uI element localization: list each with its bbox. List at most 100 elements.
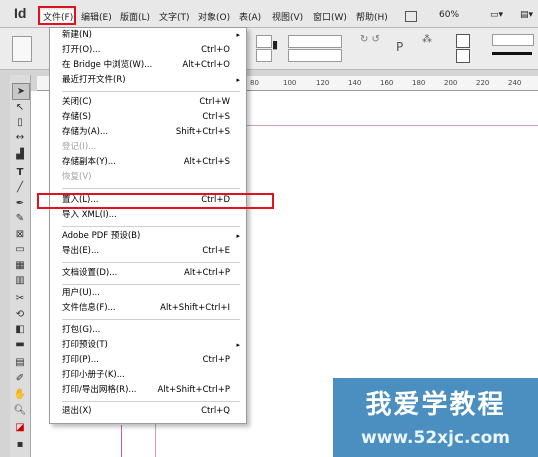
menu-item-label: 文档设置(D)... [62, 268, 118, 278]
menu-item-label: 存储为(A)... [62, 127, 109, 137]
rotate-icons[interactable]: ↻ ↺ [360, 34, 380, 45]
menu-item-shortcut: Alt+Ctrl+P [183, 268, 230, 278]
direct-selection-tool-icon[interactable]: ↖ [12, 100, 28, 115]
menu-layout[interactable]: 版面(L) [120, 10, 150, 23]
menu-table[interactable]: 表(A) [239, 10, 261, 23]
menu-item-label: 导出(E)... [62, 246, 100, 256]
gradient-feather-tool-icon[interactable]: ▬ [12, 337, 28, 352]
stroke-swatch-icon[interactable] [456, 49, 470, 63]
submenu-arrow-icon: ▸ [236, 76, 240, 84]
horizontal-grid-tool-icon[interactable]: ▦ [12, 258, 28, 273]
watermark-badge: 我爱学教程 www.52xjc.com [333, 378, 538, 457]
menu-type[interactable]: 文字(T) [159, 10, 190, 23]
page-tool-icon[interactable]: ▯ [12, 115, 28, 130]
hand-tool-icon[interactable]: ✋ [12, 387, 28, 402]
ruler-tick: 100 [283, 79, 297, 87]
fill-swatch-icon[interactable] [456, 34, 470, 48]
apply-color-icon[interactable]: ▪ [12, 437, 28, 452]
ruler-tick: 180 [412, 79, 426, 87]
file-menu-item[interactable]: 新建(N) ▸ [62, 29, 242, 42]
constrain-icon[interactable]: ▮ [272, 38, 278, 51]
vertical-grid-tool-icon[interactable]: ▥ [12, 273, 28, 288]
file-menu-item[interactable]: 导出(E)... Ctrl+E [62, 245, 242, 258]
file-menu-item[interactable]: 打开(O)... Ctrl+O [62, 44, 242, 57]
menu-separator [62, 188, 240, 189]
content-collector-icon[interactable]: ▟ [12, 147, 28, 162]
select-container-icon[interactable]: ⁂ [422, 34, 432, 45]
type-tool-icon[interactable]: T [12, 165, 28, 180]
rectangle-tool-icon[interactable]: ▭ [12, 242, 28, 257]
file-menu-item[interactable]: 关闭(C) Ctrl+W [62, 96, 242, 109]
menu-item-label: 打印/导出网格(R)... [62, 385, 137, 395]
menu-separator [62, 262, 240, 263]
ruler-tick: 220 [476, 79, 490, 87]
menu-view[interactable]: 视图(V) [272, 10, 303, 23]
fill-stroke-icon[interactable]: ◪ [12, 420, 28, 435]
file-menu-item[interactable]: 打印/导出网格(R)... Alt+Shift+Ctrl+P [62, 384, 242, 397]
shear-field[interactable] [288, 49, 342, 62]
menu-item-shortcut: Ctrl+O [201, 45, 230, 55]
file-menu-item[interactable]: 存储为(A)... Shift+Ctrl+S [62, 126, 242, 139]
menu-separator [62, 226, 240, 227]
menu-item-shortcut: Ctrl+S [202, 112, 230, 122]
menu-item-label: 登记(I)... [62, 142, 97, 152]
zoom-tool-icon[interactable]: 🔍︎ [12, 403, 28, 418]
file-menu-item[interactable]: 打印预设(T) ▸ [62, 339, 242, 352]
line-tool-icon[interactable]: ╱ [12, 180, 28, 195]
reference-point-icon[interactable] [12, 36, 32, 62]
selection-tool-icon[interactable]: ➤ [12, 83, 30, 100]
note-tool-icon[interactable]: ▤ [12, 355, 28, 370]
menu-item-label: 打印预设(T) [62, 340, 108, 350]
file-menu-item[interactable]: 导入 XML(I)... [62, 209, 242, 222]
place-item-highlight [37, 193, 274, 209]
screen-mode-icon[interactable]: ▭▾ [490, 10, 503, 20]
menu-item-shortcut: Alt+Ctrl+S [183, 157, 230, 167]
file-menu-item: 恢复(V) [62, 171, 242, 184]
file-menu-item[interactable]: 存储(S) Ctrl+S [62, 111, 242, 124]
free-transform-tool-icon[interactable]: ⟲ [12, 307, 28, 322]
rotate-field[interactable] [288, 35, 342, 48]
rectangle-frame-tool-icon[interactable]: ⊠ [12, 227, 28, 242]
menu-item-label: 用户(U)... [62, 288, 100, 298]
scissors-tool-icon[interactable]: ✂ [12, 291, 28, 306]
gradient-tool-icon[interactable]: ◧ [12, 322, 28, 337]
gap-tool-icon[interactable]: ↔ [12, 130, 28, 145]
bridge-icon[interactable] [405, 11, 417, 22]
file-menu-item[interactable]: 用户(U)... [62, 287, 242, 300]
field-box-2[interactable] [256, 49, 272, 62]
menu-window[interactable]: 窗口(W) [313, 10, 347, 23]
menu-help[interactable]: 帮助(H) [356, 10, 388, 23]
file-menu-item[interactable]: 文档设置(D)... Alt+Ctrl+P [62, 267, 242, 280]
menu-item-shortcut: Alt+Ctrl+O [182, 60, 230, 70]
menu-item-label: 最近打开文件(R) [62, 75, 126, 85]
stroke-type-icon[interactable] [492, 52, 532, 55]
file-menu-item[interactable]: 在 Bridge 中浏览(W)... Alt+Ctrl+O [62, 59, 242, 72]
flip-icon[interactable]: P [396, 40, 403, 54]
menu-item-label: 新建(N) [62, 30, 92, 40]
pen-tool-icon[interactable]: ✒ [12, 196, 28, 211]
file-menu-item: 登记(I)... [62, 141, 242, 154]
menu-item-shortcut: Ctrl+W [199, 97, 230, 107]
file-menu-item[interactable]: 存储副本(Y)... Alt+Ctrl+S [62, 156, 242, 169]
menu-edit[interactable]: 编辑(E) [81, 10, 112, 23]
file-menu-item[interactable]: 最近打开文件(R) ▸ [62, 74, 242, 87]
file-menu-item[interactable]: 文件信息(F)... Alt+Shift+Ctrl+I [62, 302, 242, 315]
pencil-tool-icon[interactable]: ✎ [12, 211, 28, 226]
submenu-arrow-icon: ▸ [236, 341, 240, 349]
file-menu-highlight [38, 6, 76, 25]
watermark-url: www.52xjc.com [361, 428, 510, 448]
menu-object[interactable]: 对象(O) [198, 10, 230, 23]
file-menu-item[interactable]: 打包(G)... [62, 324, 242, 337]
field-box[interactable] [256, 35, 272, 48]
file-menu-item[interactable]: 退出(X) Ctrl+Q [62, 405, 242, 418]
stroke-weight-field[interactable] [492, 34, 534, 46]
file-menu-dropdown: 新建(N) ▸ 打开(O)... Ctrl+O 在 Bridge 中浏览(W)... Al… [49, 27, 247, 424]
arrange-icon[interactable]: ▤▾ [520, 10, 533, 20]
file-menu-item[interactable]: 打印(P)... Ctrl+P [62, 354, 242, 367]
file-menu-item[interactable]: Adobe PDF 预设(B) ▸ [62, 230, 242, 243]
eyedropper-tool-icon[interactable]: ✐ [12, 371, 28, 386]
menu-separator [62, 284, 240, 285]
file-menu-item[interactable]: 打印小册子(K)... [62, 369, 242, 382]
zoom-level[interactable]: 60% [439, 10, 459, 20]
menu-item-label: 存储副本(Y)... [62, 157, 116, 167]
